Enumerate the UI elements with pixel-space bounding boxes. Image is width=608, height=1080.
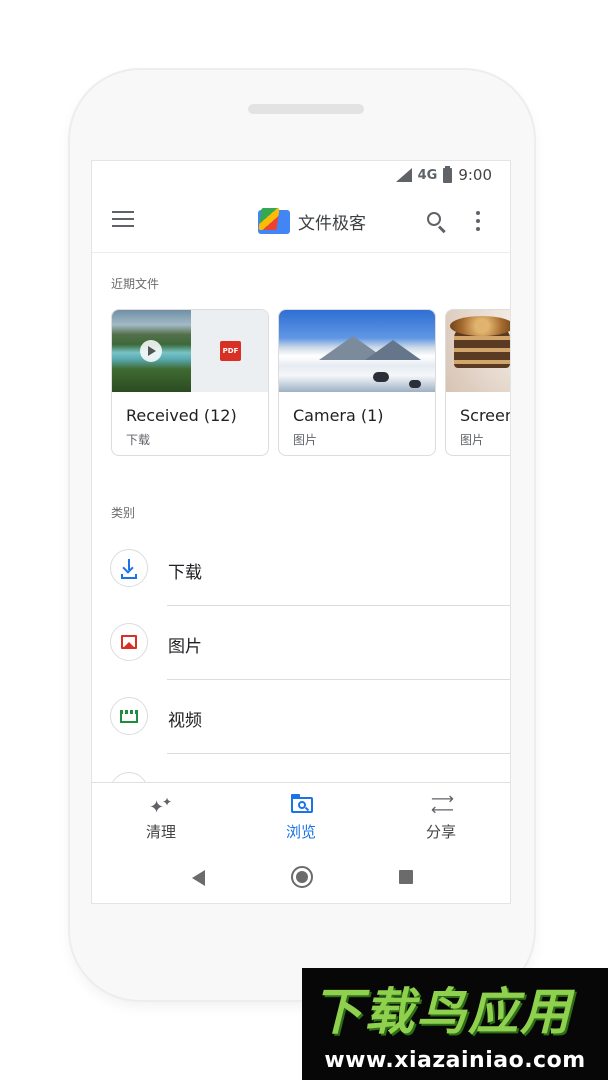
snow-mountain-thumbnail: [279, 310, 435, 392]
watermark-title: 下载鸟应用: [312, 983, 572, 1041]
sparkle-icon: ✦ ✦: [149, 795, 173, 818]
nav-label: 浏览: [285, 823, 316, 841]
nav-share[interactable]: ⟶ ⟵ 分享: [391, 789, 491, 845]
search-icon[interactable]: [426, 211, 448, 234]
system-navigation-bar: [92, 850, 510, 903]
app-brand: 文件极客: [258, 208, 366, 234]
folder-search-icon: [289, 793, 313, 815]
files-logo-icon: [258, 208, 290, 234]
nav-clean[interactable]: ✦ ✦ 清理: [111, 789, 211, 845]
bottom-navigation: ✦ ✦ 清理 浏览 ⟶ ⟵ 分享: [92, 782, 510, 850]
categories-heading: 类别: [111, 506, 136, 520]
signal-icon: [395, 168, 412, 182]
watermark-url: www.xiazainiao.com: [324, 1048, 586, 1073]
card-subtitle: 下载: [126, 433, 151, 447]
card-subtitle: 图片: [293, 433, 318, 447]
more-options-icon[interactable]: [475, 211, 481, 233]
card-title: Received (12): [126, 406, 237, 425]
recent-card-received[interactable]: PDF Received (12) 下载: [111, 309, 269, 456]
cake-thumbnail: [446, 310, 510, 392]
image-icon: [110, 623, 148, 661]
phone-frame: 4G 9:00 文件极客 近期文件 PDF Received (12) 下载 C…: [70, 70, 534, 1000]
pdf-icon: PDF: [220, 341, 241, 361]
category-videos[interactable]: 视频: [92, 680, 510, 754]
network-type: 4G: [417, 167, 438, 183]
category-downloads[interactable]: 下载: [92, 532, 510, 606]
watermark-logo: 下载鸟应用 www.xiazainiao.com: [302, 968, 608, 1080]
category-label: 视频: [168, 711, 202, 731]
battery-icon: [443, 165, 453, 183]
nav-label: 分享: [425, 823, 456, 841]
back-icon[interactable]: [192, 870, 205, 886]
recent-files-heading: 近期文件: [111, 277, 160, 291]
app-title: 文件极客: [298, 213, 366, 234]
app-bar: 文件极客: [92, 191, 510, 253]
lake-video-thumbnail: [112, 310, 191, 392]
received-thumbnail: PDF: [112, 310, 268, 392]
category-label: 下载: [168, 563, 202, 583]
hamburger-menu-icon[interactable]: [112, 211, 134, 229]
card-title: Camera (1): [293, 406, 384, 425]
status-bar: 4G 9:00: [92, 161, 510, 191]
home-icon[interactable]: [291, 866, 313, 888]
download-icon: [110, 549, 148, 587]
app-screen: 4G 9:00 文件极客 近期文件 PDF Received (12) 下载 C…: [91, 160, 511, 904]
category-images[interactable]: 图片: [92, 606, 510, 680]
nav-browse[interactable]: 浏览: [251, 789, 351, 845]
card-subtitle: 图片: [460, 433, 485, 447]
phone-speaker: [248, 104, 364, 114]
divider: [167, 753, 510, 754]
card-title: Screen: [460, 406, 511, 425]
clock: 9:00: [458, 166, 492, 184]
nav-label: 清理: [145, 823, 176, 841]
category-label: 图片: [168, 637, 202, 657]
play-icon: [140, 340, 162, 362]
swap-arrows-icon: ⟶ ⟵: [431, 789, 454, 819]
recent-card-camera[interactable]: Camera (1) 图片: [278, 309, 436, 456]
video-icon: [110, 697, 148, 735]
recent-apps-icon[interactable]: [399, 870, 413, 884]
recent-files-carousel[interactable]: PDF Received (12) 下载 Camera (1) 图片 Scree…: [111, 309, 511, 457]
recent-card-screenshots[interactable]: Screen 图片: [445, 309, 511, 456]
